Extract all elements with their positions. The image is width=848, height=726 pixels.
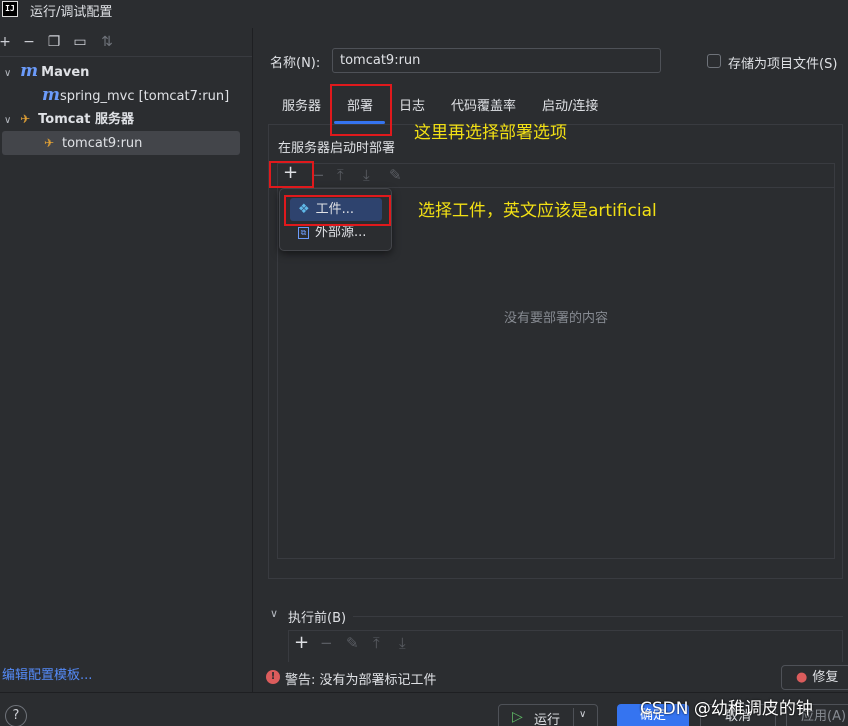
move-down-icon: ⤓ <box>399 634 406 652</box>
add-icon[interactable]: + <box>0 33 13 51</box>
save-as-project-file-label[interactable]: 存储为项目文件(S) <box>728 53 837 72</box>
remove-icon: − <box>320 634 333 652</box>
intellij-logo-icon: IJ <box>2 1 18 17</box>
tree-node-label: Maven <box>41 65 90 80</box>
remove-icon[interactable]: − <box>21 33 37 51</box>
highlight-box-deployment-tab <box>330 84 392 136</box>
tomcat-icon: ✈ <box>20 112 31 126</box>
popup-item-label: 外部源... <box>315 225 367 240</box>
fix-button[interactable]: ● 修复 <box>781 665 848 690</box>
copy-icon[interactable]: ❐ <box>46 33 62 51</box>
name-label: 名称(N): <box>270 56 321 71</box>
add-icon[interactable]: + <box>294 632 309 653</box>
before-launch-label[interactable]: 执行前(B) <box>288 607 346 626</box>
edit-icon: ✎ <box>389 166 402 184</box>
sort-icon[interactable]: ⇅ <box>99 33 115 51</box>
new-folder-icon[interactable]: ▭ <box>72 33 88 51</box>
title-bar: IJ 运行/调试配置 <box>0 0 848 20</box>
chevron-down-icon[interactable]: ∨ <box>4 62 16 86</box>
edit-icon: ✎ <box>346 634 359 652</box>
window-title: 运行/调试配置 <box>30 5 113 20</box>
divider <box>0 692 848 693</box>
tree-node-tomcat[interactable]: ∨ ✈ Tomcat 服务器 <box>4 107 244 131</box>
chevron-down-icon[interactable]: ∨ <box>270 607 278 620</box>
lightbulb-icon: ● <box>796 670 808 685</box>
tab-logs[interactable]: 日志 <box>399 95 425 114</box>
tree-node-spring-mvc[interactable]: mspring_mvc [tomcat7:run] <box>42 83 242 107</box>
divider <box>0 56 252 57</box>
external-source-icon: ⧉ <box>298 226 309 239</box>
annotation-artifact-note: 选择工件，英文应该是artificial <box>418 201 657 221</box>
run-button[interactable]: ▷ 运行 ∨ <box>498 704 598 726</box>
name-input[interactable] <box>332 48 661 73</box>
move-up-icon: ⤒ <box>373 634 380 652</box>
maven-icon: m <box>42 85 60 105</box>
tree-node-maven[interactable]: ∨ m Maven <box>4 59 244 83</box>
chevron-down-icon[interactable]: ∨ <box>4 109 16 133</box>
watermark: CSDN @幼稚调皮的钟 <box>640 699 813 719</box>
tree-node-tomcat9-run[interactable]: ✈ tomcat9:run <box>2 131 240 155</box>
maven-icon: m <box>20 61 39 81</box>
tomcat-config-icon: ✈ <box>44 136 55 150</box>
save-as-project-file-checkbox[interactable] <box>707 54 721 68</box>
move-up-icon: ⤒ <box>337 166 344 184</box>
deploy-at-startup-label: 在服务器启动时部署 <box>278 141 396 156</box>
run-icon: ▷ <box>512 709 523 725</box>
tab-code-coverage[interactable]: 代码覆盖率 <box>451 95 516 114</box>
config-toolbar: + − ❐ ▭ ⇅ <box>0 30 252 56</box>
annotation-tab-note: 这里再选择部署选项 <box>414 123 567 143</box>
tree-node-label: Tomcat 服务器 <box>38 112 134 127</box>
tree-node-label: spring_mvc [tomcat7:run] <box>60 89 230 104</box>
move-down-icon: ⤓ <box>363 166 370 184</box>
panel-splitter[interactable] <box>252 28 253 692</box>
highlight-box-add-button <box>269 161 314 188</box>
divider <box>573 708 574 726</box>
help-button[interactable]: ? <box>5 705 27 726</box>
empty-state-text: 没有要部署的内容 <box>504 311 609 326</box>
warning-text: 警告: 没有为部署标记工件 <box>285 673 437 688</box>
tab-startup-connection[interactable]: 启动/连接 <box>542 95 598 114</box>
fix-button-label: 修复 <box>812 670 839 685</box>
tree-node-label: tomcat9:run <box>62 136 143 151</box>
chevron-down-icon[interactable]: ∨ <box>579 709 586 720</box>
before-launch-list[interactable] <box>288 630 843 662</box>
highlight-box-artifact-item <box>284 195 391 226</box>
tab-server[interactable]: 服务器 <box>282 95 321 114</box>
divider <box>353 616 843 617</box>
run-button-label: 运行 <box>534 713 561 726</box>
edit-templates-link[interactable]: 编辑配置模板... <box>2 664 92 683</box>
error-icon: ! <box>266 670 280 684</box>
